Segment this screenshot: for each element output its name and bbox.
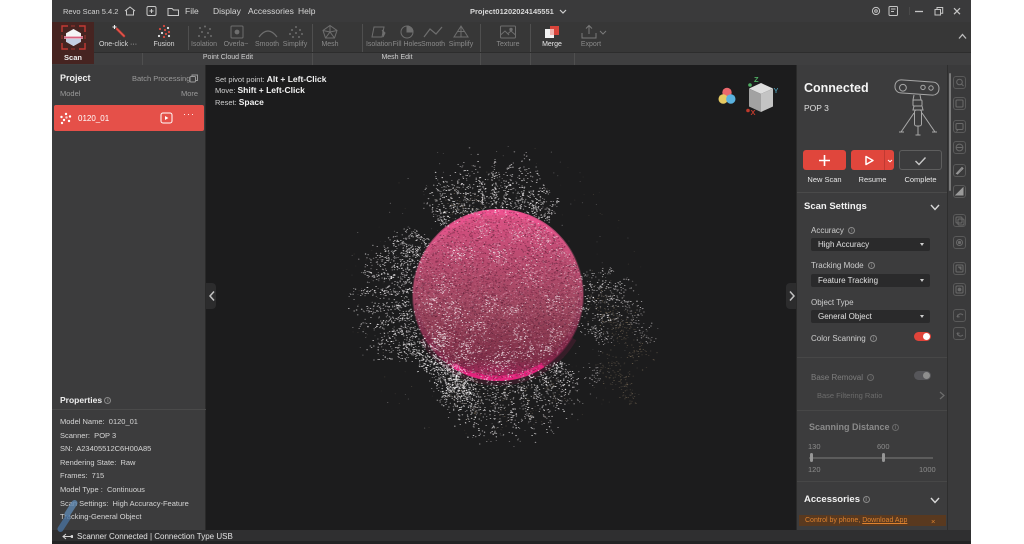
svg-text:X: X <box>751 108 756 115</box>
svg-text:Z: Z <box>754 75 759 84</box>
svg-text:Y: Y <box>774 86 779 95</box>
